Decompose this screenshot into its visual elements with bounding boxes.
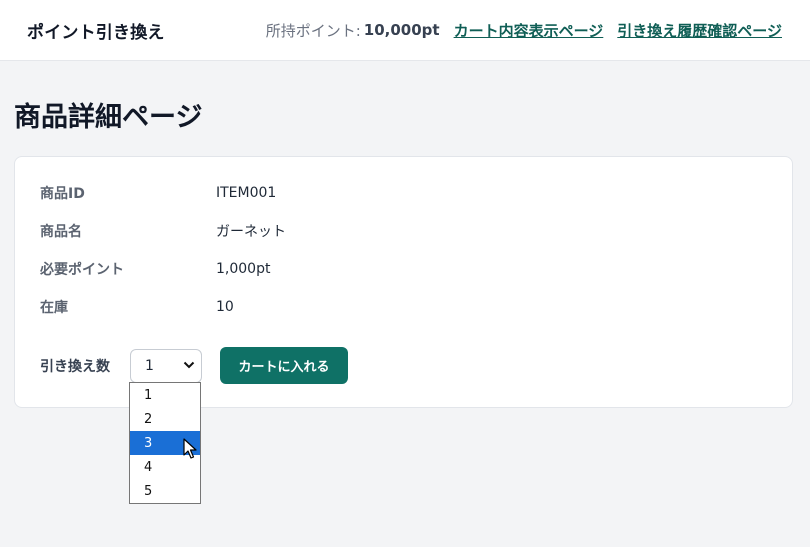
points-label: 所持ポイント: xyxy=(265,21,361,40)
header-nav: 所持ポイント: 10,000pt カート内容表示ページ 引き換え履歴確認ページ xyxy=(266,20,782,41)
detail-label: 必要ポイント xyxy=(40,262,124,278)
detail-row-stock: 在庫 10 xyxy=(40,297,234,317)
app-brand[interactable]: ポイント引き換え xyxy=(27,18,165,43)
points-value: 10,000pt xyxy=(363,21,440,39)
quantity-label: 引き換え数 xyxy=(40,358,110,375)
detail-value: ガーネット xyxy=(216,224,286,240)
page-title: 商品詳細ページ xyxy=(14,102,203,133)
detail-label: 在庫 xyxy=(40,300,68,316)
top-header: ポイント引き換え 所持ポイント: 10,000pt カート内容表示ページ 引き換… xyxy=(0,0,810,61)
quantity-option[interactable]: 1 xyxy=(130,383,200,407)
product-detail-card: 商品ID ITEM001 商品名 ガーネット 必要ポイント 1,000pt 在庫… xyxy=(14,156,793,408)
quantity-select[interactable]: 1 xyxy=(130,348,202,383)
detail-label: 商品ID xyxy=(40,186,85,202)
quantity-selected-value: 1 xyxy=(145,357,154,374)
quantity-option[interactable]: 5 xyxy=(130,479,200,503)
cart-page-link[interactable]: カート内容表示ページ xyxy=(454,20,604,41)
history-page-link[interactable]: 引き換え履歴確認ページ xyxy=(617,20,782,41)
detail-row-points: 必要ポイント 1,000pt xyxy=(40,259,270,279)
chevron-down-icon xyxy=(183,358,195,374)
detail-value: 1,000pt xyxy=(216,261,271,277)
detail-row-id: 商品ID ITEM001 xyxy=(40,183,276,203)
detail-row-name: 商品名 ガーネット xyxy=(40,221,286,241)
add-to-cart-button[interactable]: カートに入れる xyxy=(220,347,348,384)
quantity-row: 引き換え数 1 カートに入れる xyxy=(40,347,348,384)
detail-label: 商品名 xyxy=(40,224,82,240)
quantity-option[interactable]: 2 xyxy=(130,407,200,431)
detail-value: 10 xyxy=(216,299,234,315)
detail-value: ITEM001 xyxy=(216,185,277,201)
mouse-cursor-icon xyxy=(183,438,197,464)
